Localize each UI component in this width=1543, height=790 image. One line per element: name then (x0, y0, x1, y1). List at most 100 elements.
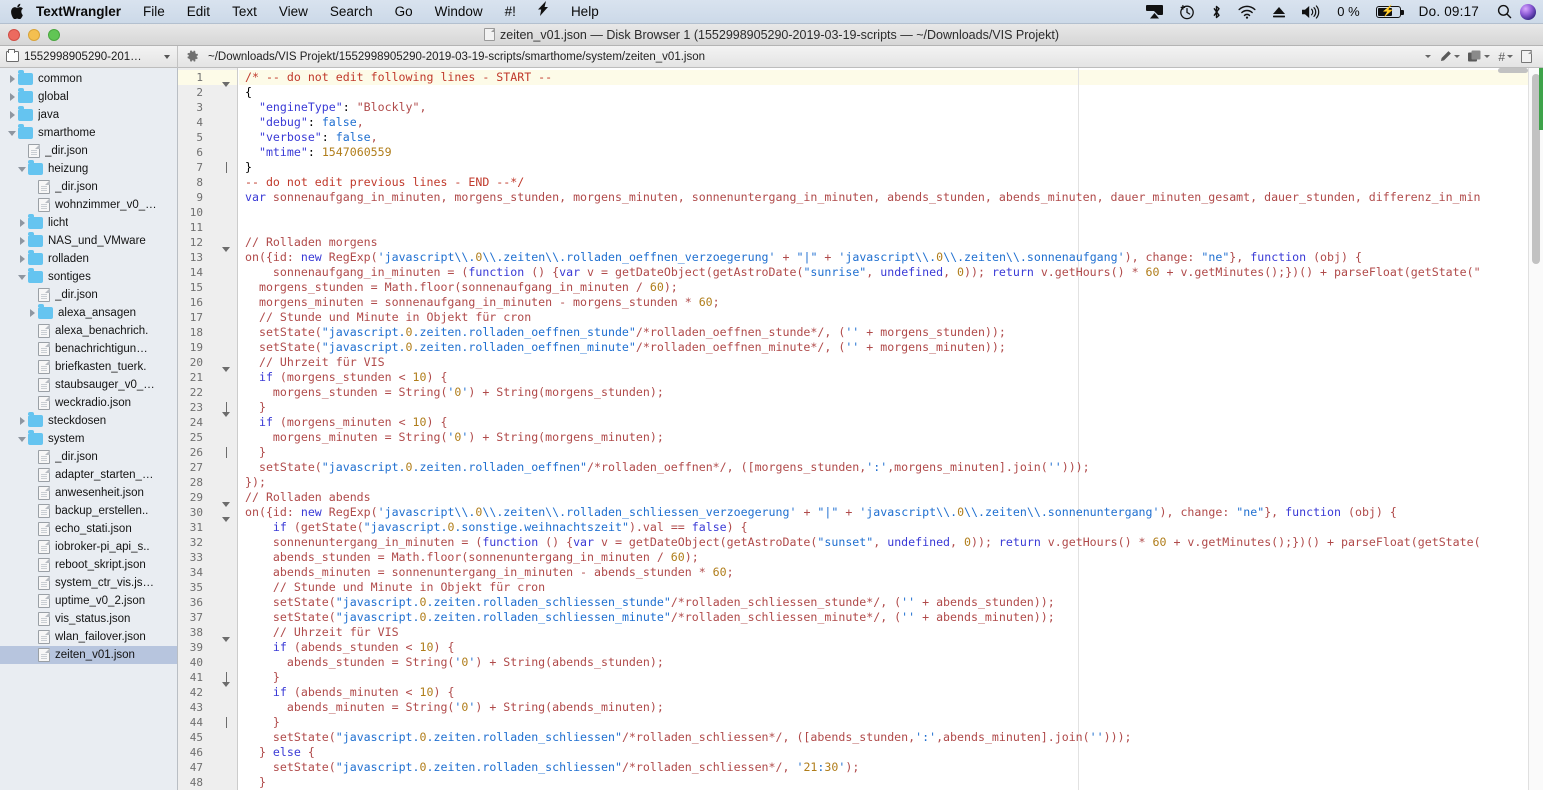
fold-triangle-icon[interactable] (220, 82, 232, 100)
code-line: } else { (245, 745, 315, 759)
menu-item-help[interactable]: Help (560, 0, 610, 24)
sidebar-item-nas-und-vmware[interactable]: NAS_und_VMware (0, 232, 177, 250)
sidebar-item-sontiges[interactable]: sontiges (0, 268, 177, 286)
sidebar-item-steckdosen[interactable]: steckdosen (0, 412, 177, 430)
bluetooth-icon[interactable] (1203, 0, 1230, 24)
code-editor[interactable]: 1 2 3 4 5 6 7 8 9 10 11 12 13 14 15 16 17 18 19 20 21 22 23 24 2… (178, 68, 1543, 790)
vertical-scrollbar[interactable] (1528, 68, 1543, 790)
hash-popup-icon[interactable]: # (1495, 46, 1516, 68)
fold-elbow-icon[interactable] (220, 160, 232, 175)
sidebar-item-vis-status-json[interactable]: vis_status.json (0, 610, 177, 628)
sidebar-item-system[interactable]: system (0, 430, 177, 448)
file-path-text[interactable]: ~/Downloads/VIS Projekt/1552998905290-20… (208, 51, 705, 63)
sidebar-item-benachrichtigun[interactable]: benachrichtigun… (0, 340, 177, 358)
sidebar-item-uptime-v0-2-json[interactable]: uptime_v0_2.json (0, 592, 177, 610)
code-line: if (abends_minuten < 10) { (272, 685, 455, 699)
fold-elbow-icon[interactable] (220, 715, 232, 730)
siri-icon[interactable] (1520, 3, 1536, 20)
sidebar-item--dir-json[interactable]: _dir.json (0, 448, 177, 466)
fold-elbow-icon[interactable] (220, 445, 232, 460)
horizontal-scrollbar-thumb[interactable] (1498, 68, 1528, 73)
sidebar-item-adapter-starten[interactable]: adapter_starten_… (0, 466, 177, 484)
sidebar-item-licht[interactable]: licht (0, 214, 177, 232)
gear-icon[interactable] (186, 50, 199, 63)
volume-icon[interactable] (1294, 0, 1329, 24)
wifi-icon[interactable] (1230, 0, 1264, 24)
sidebar-item-global[interactable]: global (0, 88, 177, 106)
fold-triangle-icon[interactable] (220, 412, 232, 430)
sidebar-item--dir-json[interactable]: _dir.json (0, 286, 177, 304)
sidebar-item-briefkasten-tuerk[interactable]: briefkasten_tuerk. (0, 358, 177, 376)
sidebar-item-alexa-ansagen[interactable]: alexa_ansagen (0, 304, 177, 322)
documents-popup-icon[interactable] (1465, 46, 1493, 68)
chevron-down-icon[interactable] (16, 274, 28, 280)
code-text-area[interactable]: /* -- do not edit following lines - STAR… (239, 68, 1543, 790)
sidebar-item-smarthome[interactable]: smarthome (0, 124, 177, 142)
code-line: if (morgens_stunden < 10) { (258, 370, 448, 384)
fold-triangle-icon[interactable] (220, 682, 232, 700)
sidebar-item-label: licht (48, 217, 69, 229)
sidebar-item-wohnzimmer-v0[interactable]: wohnzimmer_v0_… (0, 196, 177, 214)
function-popup-icon[interactable] (1422, 46, 1434, 68)
sidebar-item-alexa-benachrich[interactable]: alexa_benachrich. (0, 322, 177, 340)
fold-triangle-icon[interactable] (220, 637, 232, 655)
lightning-bolt-icon[interactable] (527, 0, 560, 24)
sidebar-item-java[interactable]: java (0, 106, 177, 124)
menu-bar-clock[interactable]: Do. 09:17 (1409, 0, 1489, 24)
sidebar-item-weckradio-json[interactable]: weckradio.json (0, 394, 177, 412)
window-title-bar[interactable]: zeiten_v01.json — Disk Browser 1 (155299… (0, 24, 1543, 46)
menu-item-file[interactable]: File (132, 0, 176, 24)
sidebar-item-reboot-skript-json[interactable]: reboot_skript.json (0, 556, 177, 574)
chevron-right-icon[interactable] (16, 255, 28, 263)
chevron-right-icon[interactable] (16, 219, 28, 227)
fold-triangle-icon[interactable] (220, 247, 232, 265)
menu-item-search[interactable]: Search (319, 0, 384, 24)
browser-popup-button[interactable]: 1552998905290-201… (0, 45, 178, 68)
sidebar-item-heizung[interactable]: heizung (0, 160, 177, 178)
fold-triangle-icon[interactable] (220, 367, 232, 385)
eject-icon[interactable] (1264, 0, 1294, 24)
new-document-icon[interactable] (1518, 46, 1535, 68)
minimize-button[interactable] (28, 29, 40, 41)
chevron-right-icon[interactable] (6, 111, 18, 119)
menu-item-edit[interactable]: Edit (176, 0, 221, 24)
disk-browser-sidebar[interactable]: common global java smarthome _dir.json heizun… (0, 68, 178, 790)
battery-charging-icon[interactable]: ⚡ (1368, 0, 1409, 24)
chevron-right-icon[interactable] (16, 237, 28, 245)
sidebar-item-zeiten-v01-json[interactable]: zeiten_v01.json (0, 646, 177, 664)
time-machine-icon[interactable] (1171, 0, 1203, 24)
sidebar-item-rolladen[interactable]: rolladen (0, 250, 177, 268)
zoom-button[interactable] (48, 29, 60, 41)
sidebar-item--dir-json[interactable]: _dir.json (0, 178, 177, 196)
sidebar-item--dir-json[interactable]: _dir.json (0, 142, 177, 160)
menu-item-window[interactable]: Window (424, 0, 494, 24)
sidebar-item-iobroker-pi-api-s[interactable]: iobroker-pi_api_s.. (0, 538, 177, 556)
close-button[interactable] (8, 29, 20, 41)
menu-item-shebang[interactable]: #! (494, 0, 527, 24)
chevron-right-icon[interactable] (6, 75, 18, 83)
sidebar-item-staubsauger-v0[interactable]: staubsauger_v0_… (0, 376, 177, 394)
menu-item-view[interactable]: View (268, 0, 319, 24)
sidebar-item-wlan-failover-json[interactable]: wlan_failover.json (0, 628, 177, 646)
sidebar-item-system-ctr-vis-js[interactable]: system_ctr_vis.js… (0, 574, 177, 592)
fold-triangle-icon[interactable] (220, 517, 232, 535)
menu-item-text[interactable]: Text (221, 0, 268, 24)
sidebar-item-common[interactable]: common (0, 70, 177, 88)
spotlight-search-icon[interactable] (1489, 0, 1520, 24)
chevron-right-icon[interactable] (6, 93, 18, 101)
code-line: // Uhrzeit für VIS (245, 625, 399, 639)
sidebar-item-anwesenheit-json[interactable]: anwesenheit.json (0, 484, 177, 502)
menu-item-go[interactable]: Go (384, 0, 424, 24)
pencil-popup-icon[interactable] (1436, 46, 1463, 68)
chevron-right-icon[interactable] (16, 417, 28, 425)
chevron-right-icon[interactable] (26, 309, 38, 317)
chevron-down-icon[interactable] (16, 436, 28, 442)
airplay-icon[interactable] (1138, 0, 1171, 24)
chevron-down-icon[interactable] (16, 166, 28, 172)
apple-logo-icon[interactable] (0, 3, 34, 21)
chevron-down-icon[interactable] (6, 130, 18, 136)
line-number-gutter[interactable]: 1 2 3 4 5 6 7 8 9 10 11 12 13 14 15 16 17 18 19 20 21 22 23 24 2… (178, 68, 238, 790)
sidebar-item-backup-erstellen[interactable]: backup_erstellen.. (0, 502, 177, 520)
sidebar-item-echo-stati-json[interactable]: echo_stati.json (0, 520, 177, 538)
menu-app-name[interactable]: TextWrangler (34, 0, 132, 24)
